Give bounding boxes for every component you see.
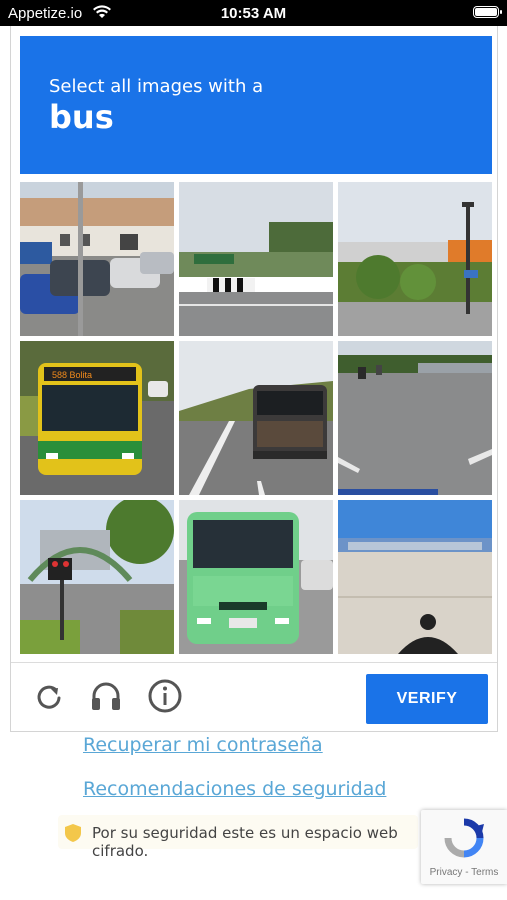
- recaptcha-terms[interactable]: Privacy - Terms: [421, 867, 507, 878]
- challenge-header: Select all images with a bus: [20, 36, 492, 174]
- info-icon[interactable]: [147, 678, 183, 714]
- shield-icon: [64, 823, 82, 848]
- security-recommendations-link[interactable]: Recomendaciones de seguridad: [83, 778, 386, 800]
- challenge-footer-divider: [11, 662, 497, 663]
- recaptcha-challenge: Select all images with a bus 588 Bolita …: [10, 26, 498, 732]
- recover-password-link[interactable]: Recuperar mi contraseña: [83, 734, 323, 756]
- image-tile-7[interactable]: [20, 500, 174, 654]
- image-tile-3[interactable]: [338, 182, 492, 336]
- image-tile-1[interactable]: [20, 182, 174, 336]
- audio-icon[interactable]: [88, 678, 124, 714]
- recaptcha-logo-icon: [442, 816, 486, 865]
- image-tile-8[interactable]: [179, 500, 333, 654]
- recaptcha-badge[interactable]: Privacy - Terms: [421, 810, 507, 884]
- image-grid: 588 Bolita: [20, 182, 492, 654]
- status-time: 10:53 AM: [220, 5, 287, 22]
- reload-icon[interactable]: [31, 678, 67, 714]
- image-tile-9[interactable]: [338, 500, 492, 654]
- image-tile-5[interactable]: [179, 341, 333, 495]
- battery-icon: [473, 6, 502, 18]
- challenge-instruction: Select all images with a: [49, 76, 264, 97]
- challenge-target: bus: [49, 98, 114, 136]
- verify-button[interactable]: VERIFY: [366, 674, 488, 724]
- image-tile-6[interactable]: [338, 341, 492, 495]
- status-bar: Appetize.io 10:53 AM: [0, 0, 507, 26]
- svg-text:588 Bolita: 588 Bolita: [52, 370, 92, 380]
- secure-notice-text: Por su seguridad este es un espacio web …: [92, 824, 398, 860]
- image-tile-2[interactable]: [179, 182, 333, 336]
- image-tile-4[interactable]: 588 Bolita: [20, 341, 174, 495]
- secure-notice: Por su seguridad este es un espacio web …: [58, 815, 418, 860]
